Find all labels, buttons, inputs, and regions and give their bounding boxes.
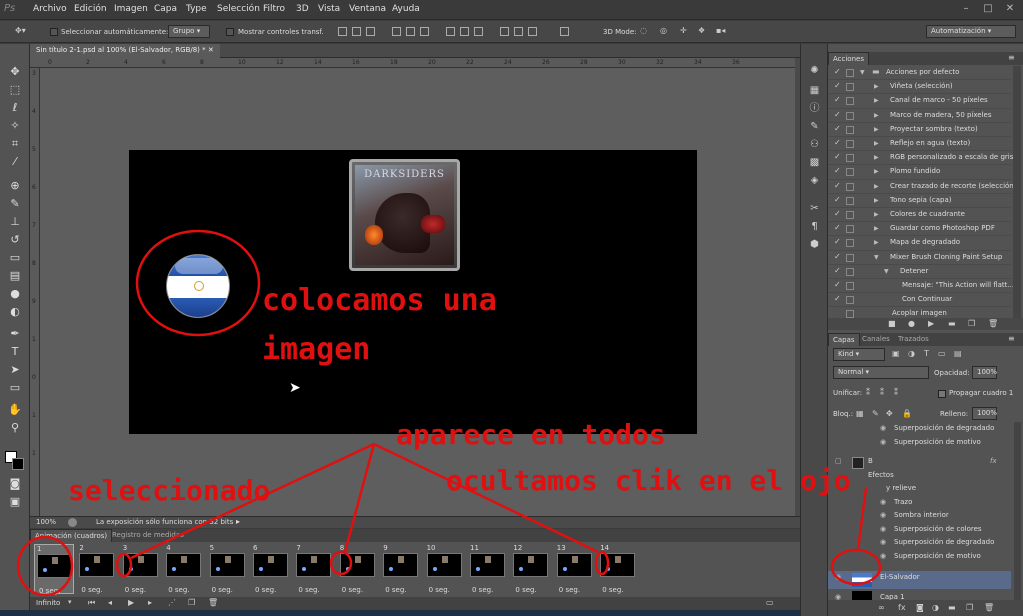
annotation-place-image-2: imagen	[262, 332, 371, 367]
circle-flag	[135, 229, 261, 337]
annotation-selected: seleccionado	[68, 474, 271, 507]
annotation-hide-eye: ocultamos clik en el ojo	[446, 464, 851, 497]
circle-frame-3	[115, 552, 133, 578]
circle-frame-1	[16, 535, 74, 597]
arrow-line-3	[373, 442, 599, 554]
annotation-appears-all: aparece en todos	[396, 418, 666, 451]
circle-frame-14	[594, 550, 610, 576]
arrow-line-2	[343, 443, 376, 553]
arrow-line-eye	[856, 487, 868, 551]
circle-eye	[830, 548, 882, 586]
annotation-place-image-1: colocamos una	[262, 283, 497, 318]
circle-frame-8	[329, 550, 353, 576]
annotation-overlay	[16, 229, 882, 597]
